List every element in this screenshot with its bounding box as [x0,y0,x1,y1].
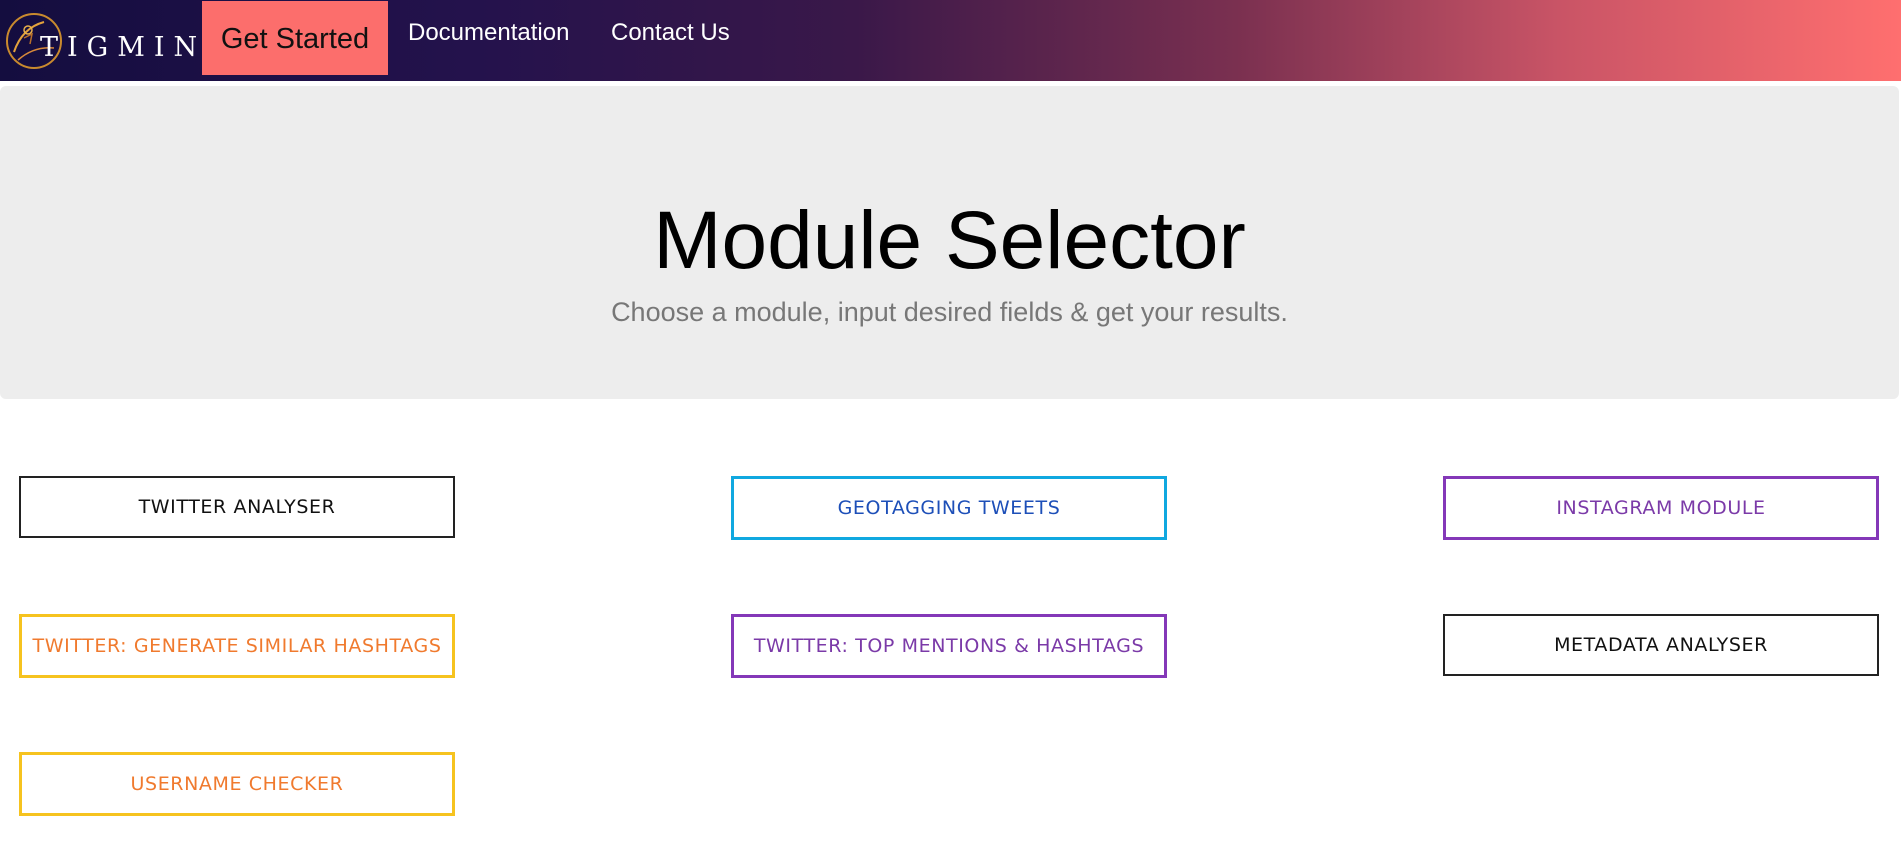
module-button-twitter-analyser[interactable]: TWITTER ANALYSER [19,476,455,538]
get-started-button[interactable]: Get Started [202,1,388,75]
module-button-instagram-module[interactable]: INSTAGRAM MODULE [1443,476,1879,540]
nav-link-contact-us[interactable]: Contact Us [611,17,730,49]
top-navbar: TIGMINT Get Started Documentation Contac… [0,0,1901,81]
module-button-twitter-top-mentions[interactable]: TWITTER: TOP MENTIONS & HASHTAGS [731,614,1167,678]
brand-logo-link[interactable]: TIGMINT [4,8,224,74]
nav-link-documentation[interactable]: Documentation [408,17,569,49]
module-button-username-checker[interactable]: USERNAME CHECKER [19,752,455,816]
page: TIGMINT Get Started Documentation Contac… [0,0,1901,857]
module-button-metadata-analyser[interactable]: METADATA ANALYSER [1443,614,1879,676]
module-button-twitter-similar-hashtags[interactable]: TWITTER: GENERATE SIMILAR HASHTAGS [19,614,455,678]
module-button-geotagging-tweets[interactable]: GEOTAGGING TWEETS [731,476,1167,540]
page-title: Module Selector [653,195,1246,286]
page-subtitle: Choose a module, input desired fields & … [611,297,1288,327]
